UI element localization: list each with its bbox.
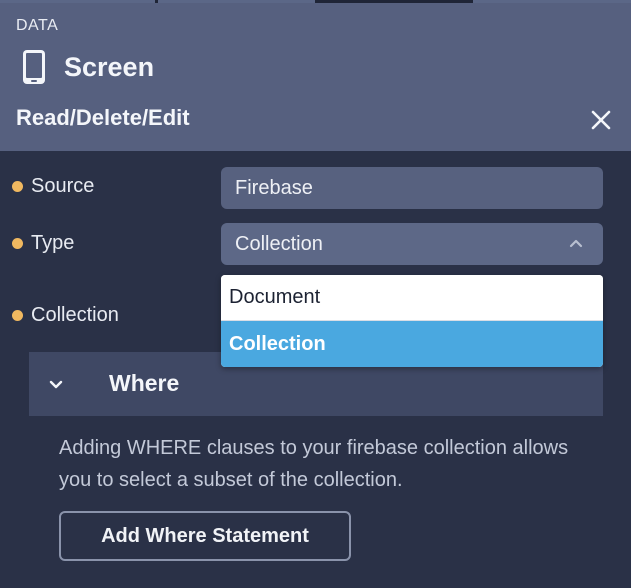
source-label-row: Source — [12, 175, 94, 198]
type-value: Collection — [235, 232, 323, 255]
source-field[interactable]: Firebase — [221, 167, 603, 209]
section-label: DATA — [16, 17, 59, 34]
type-select[interactable]: Collection — [221, 223, 603, 265]
required-dot — [12, 181, 23, 192]
screen-title: Screen — [64, 51, 155, 82]
close-icon — [591, 110, 611, 130]
where-title: Where — [109, 370, 180, 396]
dropdown-option-collection[interactable]: Collection — [221, 321, 603, 367]
source-label: Source — [31, 175, 95, 197]
required-dot — [12, 238, 23, 249]
type-dropdown-menu: Document Collection — [221, 275, 603, 367]
required-dot — [12, 310, 23, 321]
add-where-statement-label: Add Where Statement — [101, 524, 309, 547]
type-label: Type — [31, 232, 75, 254]
close-button[interactable] — [588, 107, 614, 133]
screen-row: Screen — [22, 47, 154, 87]
collection-label-row: Collection — [12, 304, 119, 327]
panel-header: DATA Screen Read/Delete/Edit — [0, 3, 631, 151]
where-description: Adding WHERE clauses to your firebase co… — [59, 437, 569, 491]
collection-label: Collection — [31, 304, 119, 326]
source-value: Firebase — [235, 176, 313, 199]
chevron-down-icon — [49, 380, 63, 389]
phone-icon — [22, 49, 46, 85]
mode-title: Read/Delete/Edit — [16, 105, 190, 130]
add-where-statement-button[interactable]: Add Where Statement — [59, 511, 351, 561]
type-label-row: Type — [12, 232, 74, 255]
dropdown-option-document[interactable]: Document — [221, 275, 603, 321]
chevron-up-icon — [569, 239, 583, 248]
